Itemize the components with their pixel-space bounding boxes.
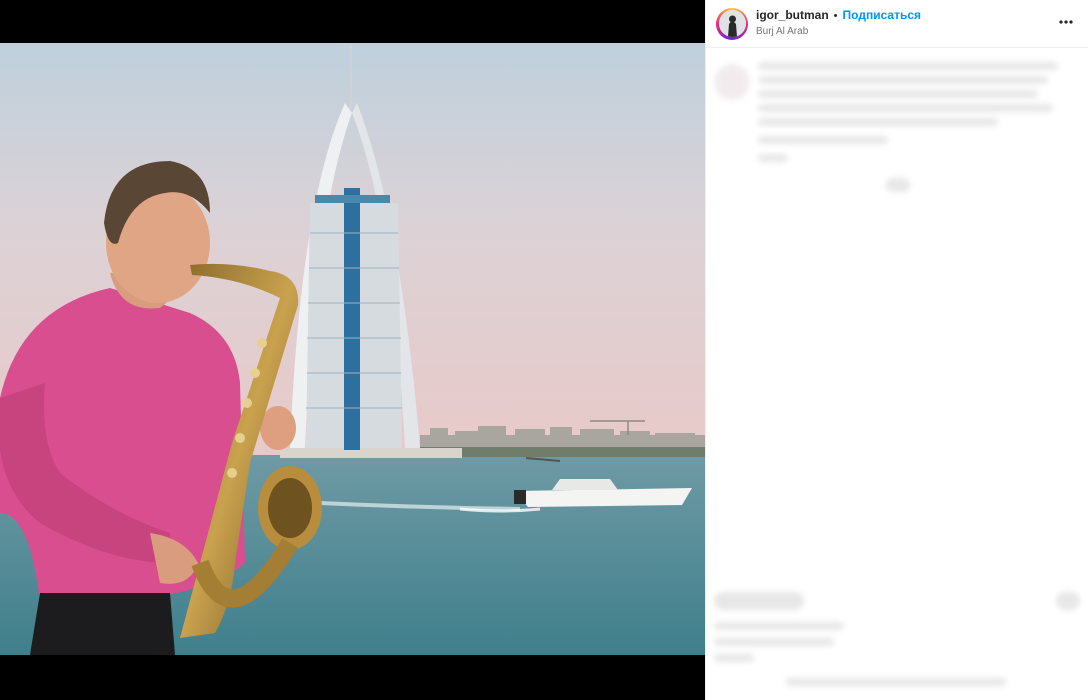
blurred-avatar (714, 64, 750, 100)
instagram-post-viewer: igor_butman • Подписаться Burj Al Arab (0, 0, 1088, 700)
follow-button[interactable]: Подписаться (843, 9, 921, 23)
blurred-line (1056, 592, 1080, 610)
blurred-line (714, 654, 754, 662)
blurred-line (758, 90, 1038, 98)
blurred-line (758, 104, 1053, 112)
username-link[interactable]: igor_butman (756, 9, 829, 23)
avatar[interactable] (718, 10, 746, 37)
blurred-line (758, 154, 788, 162)
profile-photo-icon (718, 10, 746, 37)
photo-illustration (0, 43, 705, 655)
header-text: igor_butman • Подписаться Burj Al Arab (756, 9, 921, 38)
post-photo[interactable] (0, 43, 705, 655)
blurred-line (758, 62, 1058, 70)
blurred-line (758, 76, 1048, 84)
header-top-row: igor_butman • Подписаться (756, 9, 921, 23)
post-header: igor_butman • Подписаться Burj Al Arab (706, 0, 1088, 48)
blurred-line (714, 638, 834, 646)
blurred-line (758, 136, 888, 144)
blurred-line (714, 622, 844, 630)
more-options-button[interactable] (1058, 14, 1074, 30)
blurred-line (886, 178, 910, 192)
blurred-actions-footer (706, 582, 1088, 700)
separator-dot: • (833, 9, 838, 22)
blurred-line (786, 678, 1006, 686)
blurred-line (758, 118, 998, 126)
blurred-caption (706, 58, 1088, 208)
blurred-line (714, 592, 804, 610)
post-sidebar: igor_butman • Подписаться Burj Al Arab (705, 0, 1088, 700)
more-horizontal-icon (1059, 20, 1073, 24)
location-link[interactable]: Burj Al Arab (756, 26, 921, 38)
media-pane (0, 0, 705, 700)
story-ring[interactable] (716, 7, 748, 40)
